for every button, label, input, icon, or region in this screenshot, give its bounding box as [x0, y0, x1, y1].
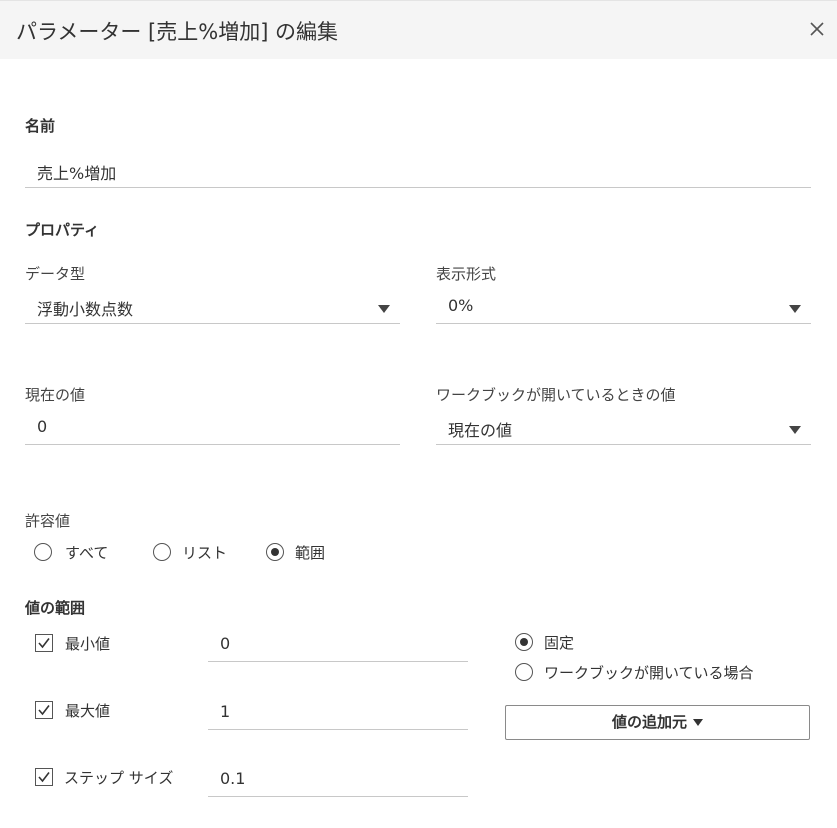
- workbook-open-value-value: 現在の値: [448, 421, 513, 440]
- dialog-titlebar: パラメーター [売上%増加] の編集: [0, 0, 837, 59]
- max-value-input[interactable]: 1: [208, 694, 468, 730]
- properties-heading: プロパティ: [25, 221, 100, 239]
- current-value-value: 0: [37, 417, 48, 436]
- add-values-from-label: 値の追加元: [611, 713, 687, 731]
- add-values-from-button[interactable]: 値の追加元: [505, 705, 810, 740]
- current-value-label: 現在の値: [25, 386, 86, 404]
- workbook-open-value-dropdown[interactable]: 現在の値: [436, 409, 811, 445]
- range-fixed-label: 固定: [544, 634, 575, 652]
- current-value-input[interactable]: 0: [25, 409, 400, 445]
- allowable-list-label: リスト: [182, 544, 228, 562]
- data-type-value: 浮動小数点数: [37, 300, 134, 319]
- chevron-down-icon: [789, 305, 801, 313]
- radio-selected-dot: [271, 548, 279, 556]
- step-size-input[interactable]: 0.1: [208, 761, 468, 797]
- allowable-list-radio[interactable]: [153, 543, 171, 561]
- allowable-range-label: 範囲: [295, 544, 326, 562]
- min-value-value: 0: [220, 634, 231, 653]
- dialog-title: パラメーター [売上%増加] の編集: [16, 20, 339, 44]
- close-icon[interactable]: [807, 19, 827, 39]
- min-value-checkbox[interactable]: [35, 634, 53, 652]
- display-format-dropdown[interactable]: 0%: [436, 288, 811, 324]
- radio-selected-dot: [520, 638, 528, 646]
- name-label: 名前: [25, 117, 56, 135]
- display-format-value: 0%: [448, 296, 474, 315]
- min-value-input[interactable]: 0: [208, 626, 468, 662]
- caret-down-icon: [693, 719, 703, 726]
- allowable-all-radio[interactable]: [34, 543, 52, 561]
- check-icon: [38, 705, 50, 716]
- range-workbook-open-radio[interactable]: [515, 663, 533, 681]
- allowable-values-label: 許容値: [25, 512, 71, 530]
- check-icon: [38, 638, 50, 649]
- step-size-checkbox[interactable]: [35, 768, 53, 786]
- allowable-all-label: すべて: [65, 544, 109, 562]
- min-value-label: 最小値: [65, 635, 111, 653]
- data-type-label: データ型: [25, 265, 86, 283]
- step-size-label: ステップ サイズ: [64, 769, 174, 787]
- max-value-label: 最大値: [65, 702, 111, 720]
- check-icon: [38, 772, 50, 783]
- name-input[interactable]: 売上%増加: [25, 152, 811, 188]
- max-value-checkbox[interactable]: [35, 701, 53, 719]
- display-format-label: 表示形式: [436, 265, 497, 283]
- workbook-open-value-label: ワークブックが開いているときの値: [436, 386, 676, 404]
- range-workbook-open-label: ワークブックが開いている場合: [544, 664, 754, 682]
- step-size-value: 0.1: [220, 769, 246, 788]
- chevron-down-icon: [789, 426, 801, 434]
- range-fixed-radio[interactable]: [515, 633, 533, 651]
- name-input-value: 売上%増加: [37, 164, 117, 183]
- max-value-value: 1: [220, 702, 231, 721]
- allowable-range-radio[interactable]: [266, 543, 284, 561]
- data-type-dropdown[interactable]: 浮動小数点数: [25, 288, 400, 324]
- range-heading: 値の範囲: [25, 599, 86, 617]
- chevron-down-icon: [378, 305, 390, 313]
